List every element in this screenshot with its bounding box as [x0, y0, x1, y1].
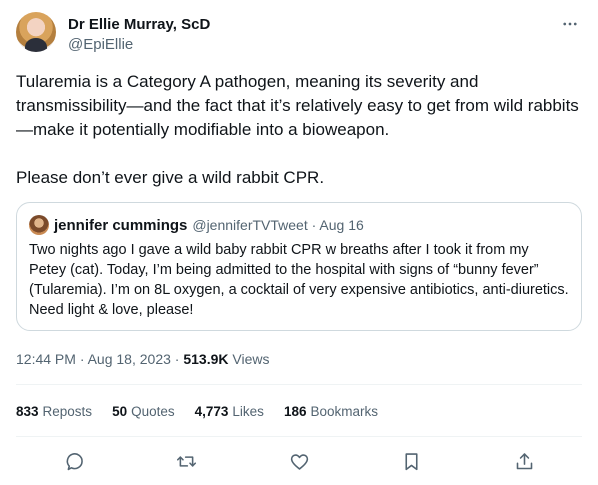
- heart-icon[interactable]: [284, 446, 314, 476]
- tweet-actions: [16, 446, 582, 476]
- reply-icon[interactable]: [59, 446, 89, 476]
- author-avatar[interactable]: [16, 12, 56, 52]
- quoted-tweet-text: Two nights ago I gave a wild baby rabbit…: [29, 242, 569, 318]
- quoted-author-meta: @jenniferTVTweet · Aug 16: [192, 217, 364, 233]
- bookmarks-stat[interactable]: 186 Bookmarks: [284, 403, 378, 421]
- likes-count: 4,773: [194, 404, 229, 419]
- quoted-tweet[interactable]: jennifer cummings @jenniferTVTweet · Aug…: [16, 202, 582, 331]
- quotes-count: 50: [112, 404, 128, 419]
- quoted-tweet-header: jennifer cummings @jenniferTVTweet · Aug…: [29, 214, 569, 236]
- views-label: Views: [228, 351, 270, 367]
- reposts-count: 833: [16, 404, 39, 419]
- quotes-stat[interactable]: 50 Quotes: [112, 403, 175, 421]
- bookmarks-count: 186: [283, 404, 307, 419]
- tweet-text: Tularemia is a Category A pathogen, mean…: [16, 72, 579, 187]
- more-horizontal-icon[interactable]: [558, 12, 582, 36]
- likes-stat[interactable]: 4,773 Likes: [195, 403, 264, 421]
- reposts-stat[interactable]: 833 Reposts: [16, 403, 92, 421]
- tweet-stats: 833 Reposts 50 Quotes 4,773 Likes 186 Bookma…: [16, 403, 398, 421]
- tweet-timestamp-views: 12:44 PM · Aug 18, 2023 · 513.9K Views: [16, 350, 269, 368]
- quoted-author-name: jennifer cummings: [54, 216, 188, 234]
- divider: [16, 384, 582, 385]
- repost-icon[interactable]: [171, 446, 201, 476]
- bookmark-icon[interactable]: [396, 446, 426, 476]
- likes-label: Likes: [232, 404, 264, 419]
- author-handle[interactable]: @EpiEllie: [68, 35, 133, 55]
- share-icon[interactable]: [509, 446, 539, 476]
- author-name[interactable]: Dr Ellie Murray, ScD: [68, 15, 210, 35]
- bookmarks-label: Bookmarks: [310, 404, 378, 419]
- divider: [16, 436, 582, 437]
- reposts-label: Reposts: [42, 404, 93, 419]
- tweet-header: Dr Ellie Murray, ScD @EpiEllie: [16, 12, 582, 56]
- tweet-timestamp[interactable]: 12:44 PM · Aug 18, 2023 ·: [16, 351, 183, 367]
- views-count: 513.9K: [183, 351, 229, 367]
- quotes-label: Quotes: [131, 404, 175, 419]
- quoted-author-avatar: [29, 215, 49, 235]
